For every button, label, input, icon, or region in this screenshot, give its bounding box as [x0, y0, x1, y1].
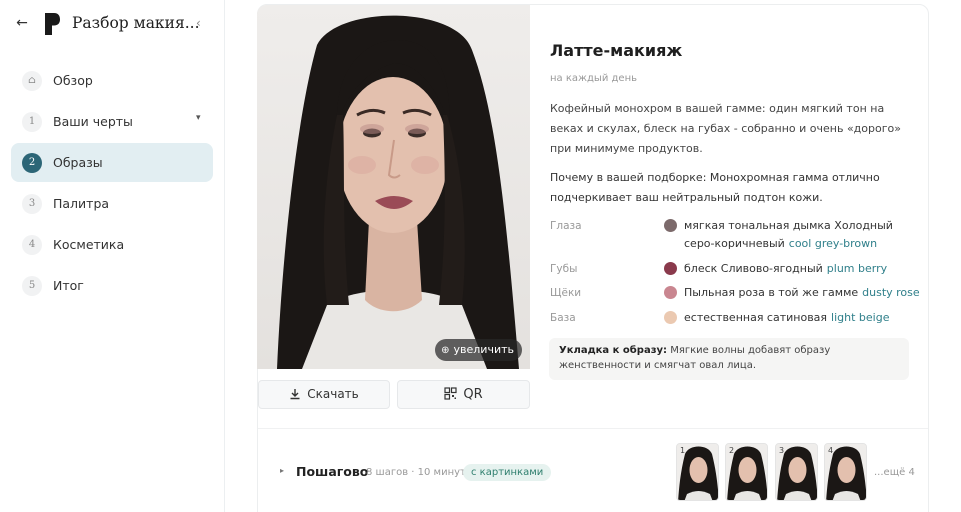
sidebar-nav: ⌂ Обзор 1 Ваши черты ▾ 2 Образы 3 Палитр… — [11, 61, 213, 307]
row-text-cheeks: Пыльная роза в той же гамме dusty rose — [684, 284, 920, 302]
row-desc: Пыльная роза в той же гамме — [684, 286, 859, 299]
step-number: 1 — [22, 112, 42, 132]
step-thumbnail[interactable]: 4 — [824, 443, 867, 501]
app-title: Разбор макия... — [72, 14, 200, 32]
download-label: Скачать — [307, 387, 359, 401]
step-thumbnail[interactable]: 1 — [676, 443, 719, 501]
step-thumbnail[interactable]: 3 — [775, 443, 818, 501]
sidebar-item-label: Образы — [53, 155, 103, 170]
step-number: 2 — [22, 153, 42, 173]
sidebar-item-label: Косметика — [53, 237, 125, 252]
row-desc: естественная сатиновая — [684, 311, 828, 324]
qr-code-icon — [444, 387, 457, 400]
color-swatch-base — [664, 311, 677, 324]
look-photo[interactable]: ⊕ увеличить — [257, 5, 530, 369]
step-number: 4 — [22, 235, 42, 255]
row-text-base: естественная сатиновая light beige — [684, 309, 889, 327]
qr-label: QR — [463, 387, 483, 402]
look-why: Почему в вашей подборке: Монохромная гам… — [550, 171, 880, 204]
more-steps-label[interactable]: ...ещё 4 — [874, 467, 915, 478]
divider — [258, 428, 928, 429]
row-text-lips: блеск Сливово-ягодный plum berry — [684, 260, 887, 278]
tip-title: Укладка к образу: — [559, 345, 668, 356]
color-swatch-eyes — [664, 219, 677, 232]
sidebar-item-palette[interactable]: 3 Палитра — [11, 184, 213, 223]
sidebar-item-cosmetics[interactable]: 4 Косметика — [11, 225, 213, 264]
steps-title[interactable]: Пошагово — [296, 464, 368, 479]
thumb-number: 4 — [828, 446, 834, 455]
sidebar-item-label: Ваши черты — [53, 114, 133, 129]
sidebar-item-label: Палитра — [53, 196, 110, 211]
zoom-button[interactable]: ⊕ увеличить — [435, 339, 522, 361]
thumb-number: 2 — [729, 446, 735, 455]
look-subtitle: на каждый день — [550, 73, 638, 84]
zoom-label: увеличить — [453, 343, 514, 356]
download-icon — [290, 389, 300, 400]
look-description: Кофейный монохром в вашей гамме: один мя… — [550, 102, 901, 155]
arrow-left-icon[interactable]: ← — [13, 14, 31, 32]
row-en: light beige — [831, 311, 890, 324]
home-icon: ⌂ — [22, 71, 42, 91]
thumb-number: 1 — [680, 446, 686, 455]
color-swatch-cheeks — [664, 286, 677, 299]
steps-badge: с картинками — [463, 464, 552, 481]
step-thumbnail[interactable]: 2 — [725, 443, 768, 501]
sidebar-item-label: Обзор — [53, 73, 93, 88]
look-title: Латте-макияж — [550, 41, 683, 60]
logo-icon — [45, 13, 60, 35]
sidebar: ← Разбор макия... ‹ ⌂ Обзор 1 Ваши черты… — [0, 0, 225, 512]
chevron-left-icon[interactable]: ‹ — [196, 16, 201, 30]
row-label-base: База — [550, 312, 576, 324]
portrait-image — [257, 5, 530, 369]
sidebar-item-features[interactable]: 1 Ваши черты ▾ — [11, 102, 213, 141]
step-number: 5 — [22, 276, 42, 296]
sidebar-header: ← Разбор макия... ‹ — [0, 0, 225, 50]
thumb-number: 3 — [779, 446, 785, 455]
row-en: dusty rose — [862, 286, 920, 299]
styling-tip: Укладка к образу: Мягкие волны добавят о… — [549, 338, 909, 380]
color-swatch-lips — [664, 262, 677, 275]
download-button[interactable]: Скачать — [258, 380, 390, 409]
row-desc: блеск Сливово-ягодный — [684, 262, 823, 275]
row-label-cheeks: Щёки — [550, 287, 582, 299]
row-en: cool grey-brown — [788, 237, 878, 250]
caret-down-icon[interactable]: ▾ — [196, 113, 201, 123]
row-label-eyes: Глаза — [550, 220, 582, 232]
row-text-eyes: мягкая тональная дымка Холодный серо-кор… — [684, 217, 909, 253]
row-label-lips: Губы — [550, 263, 578, 275]
sidebar-item-summary[interactable]: 5 Итог — [11, 266, 213, 305]
steps-meta: 8 шагов · 10 минут — [366, 467, 466, 478]
step-number: 3 — [22, 194, 42, 214]
sidebar-item-label: Итог — [53, 278, 84, 293]
sidebar-item-overview[interactable]: ⌂ Обзор — [11, 61, 213, 100]
sidebar-item-looks[interactable]: 2 Образы — [11, 143, 213, 182]
qr-button[interactable]: QR — [397, 380, 530, 409]
row-en: plum berry — [826, 262, 888, 275]
caret-right-icon[interactable]: ▸ — [280, 466, 284, 475]
zoom-in-icon: ⊕ — [441, 345, 450, 356]
